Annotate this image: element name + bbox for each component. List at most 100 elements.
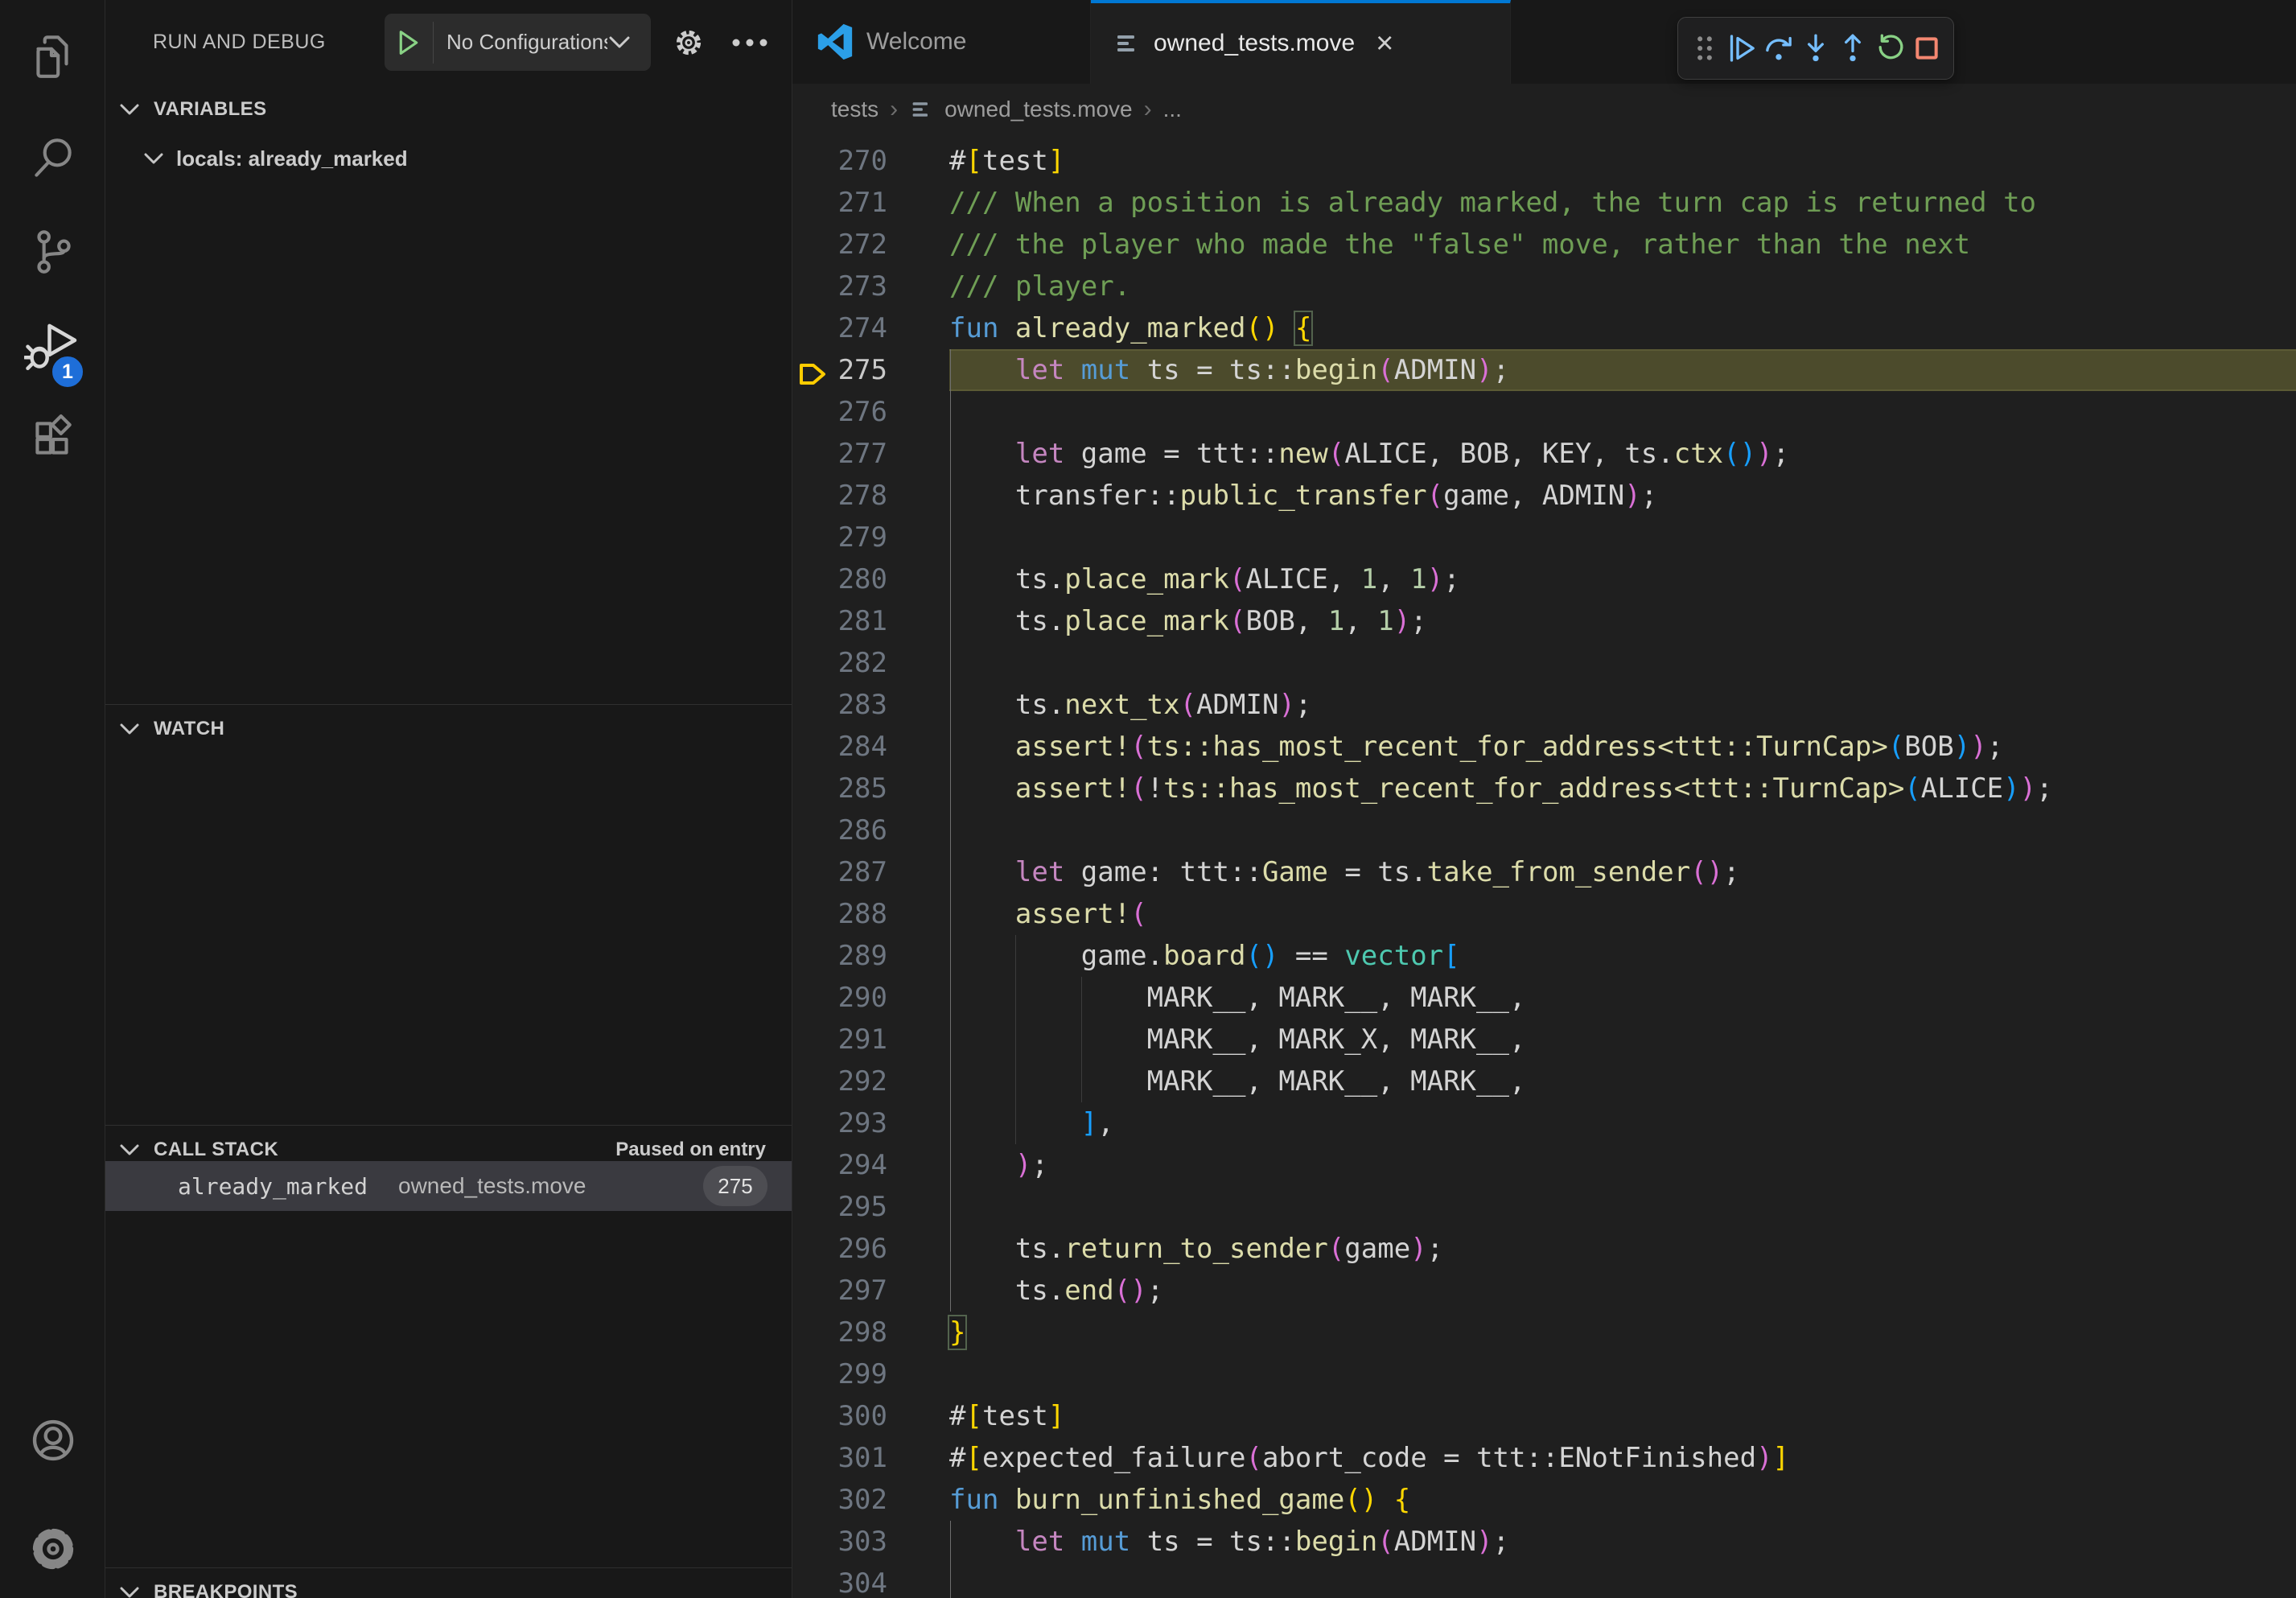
line-number[interactable]: 285 <box>792 768 897 809</box>
stop-button[interactable] <box>1908 24 1945 72</box>
continue-button[interactable] <box>1723 24 1760 72</box>
code-line-275[interactable]: 275 let mut ts = ts::begin(ADMIN); <box>792 349 2296 391</box>
line-number[interactable]: 297 <box>792 1270 897 1312</box>
line-number[interactable]: 283 <box>792 684 897 726</box>
code-line-content[interactable]: let game: ttt::Game = ts.take_from_sende… <box>949 851 2296 893</box>
code-line-content[interactable]: let game = ttt::new(ALICE, BOB, KEY, ts.… <box>949 433 2296 475</box>
code-line-content[interactable]: MARK__, MARK__, MARK__, <box>949 977 2296 1019</box>
code-line-content[interactable]: #[test] <box>949 140 2296 182</box>
code-line-274[interactable]: 274 fun already_marked() { <box>792 307 2296 349</box>
code-line-301[interactable]: 301 #[expected_failure(abort_code = ttt::… <box>792 1437 2296 1479</box>
line-number[interactable]: 277 <box>792 433 897 475</box>
call-stack-frame-row[interactable]: already_marked owned_tests.move 275 <box>105 1161 792 1211</box>
line-number[interactable]: 281 <box>792 600 897 642</box>
line-number[interactable]: 287 <box>792 851 897 893</box>
code-line-302[interactable]: 302 fun burn_unfinished_game() { <box>792 1479 2296 1521</box>
code-line-304[interactable]: 304 <box>792 1563 2296 1598</box>
restart-button[interactable] <box>1871 24 1908 72</box>
code-line-content[interactable]: assert!(ts::has_most_recent_for_address<… <box>949 726 2296 768</box>
search-icon[interactable] <box>0 114 105 203</box>
step-out-button[interactable] <box>1834 24 1871 72</box>
settings-gear-icon[interactable] <box>0 1505 105 1593</box>
line-number[interactable]: 300 <box>792 1395 897 1437</box>
extensions-icon[interactable] <box>0 394 105 483</box>
code-line-298[interactable]: 298} <box>792 1312 2296 1353</box>
code-line-296[interactable]: 296 ts.return_to_sender(game); <box>792 1228 2296 1270</box>
code-line-285[interactable]: 285 assert!(!ts::has_most_recent_for_add… <box>792 768 2296 809</box>
breadcrumb-item-tests[interactable]: tests <box>831 97 878 122</box>
code-line-284[interactable]: 284 assert!(ts::has_most_recent_for_addr… <box>792 726 2296 768</box>
code-line-content[interactable] <box>949 517 2296 558</box>
code-line-content[interactable] <box>949 391 2296 433</box>
line-number[interactable]: 284 <box>792 726 897 768</box>
line-number[interactable]: 291 <box>792 1019 897 1061</box>
code-line-288[interactable]: 288 assert!( <box>792 893 2296 935</box>
breadcrumb-item-file[interactable]: owned_tests.move <box>944 97 1132 122</box>
code-line-content[interactable]: transfer::public_transfer(game, ADMIN); <box>949 475 2296 517</box>
code-line-content[interactable]: ts.end(); <box>949 1270 2296 1312</box>
code-line-303[interactable]: 303 let mut ts = ts::begin(ADMIN); <box>792 1521 2296 1563</box>
line-number[interactable]: 276 <box>792 391 897 433</box>
code-line-271[interactable]: 271 /// When a position is already marked… <box>792 182 2296 224</box>
code-line-289[interactable]: 289 game.board() == vector[ <box>792 935 2296 977</box>
line-number[interactable]: 274 <box>792 307 897 349</box>
code-line-279[interactable]: 279 <box>792 517 2296 558</box>
code-line-273[interactable]: 273 /// player. <box>792 266 2296 307</box>
line-number[interactable]: 301 <box>792 1437 897 1479</box>
code-line-content[interactable]: ts.return_to_sender(game); <box>949 1228 2296 1270</box>
code-line-content[interactable]: ts.place_mark(BOB, 1, 1); <box>949 600 2296 642</box>
line-number[interactable]: 292 <box>792 1061 897 1102</box>
code-line-content[interactable] <box>949 809 2296 851</box>
code-line-297[interactable]: 297 ts.end(); <box>792 1270 2296 1312</box>
code-line-content[interactable]: /// player. <box>949 266 2296 307</box>
code-line-277[interactable]: 277 let game = ttt::new(ALICE, BOB, KEY,… <box>792 433 2296 475</box>
code-line-282[interactable]: 282 <box>792 642 2296 684</box>
code-line-content[interactable] <box>949 1353 2296 1395</box>
code-line-content[interactable]: /// When a position is already marked, t… <box>949 182 2296 224</box>
code-line-content[interactable]: let mut ts = ts::begin(ADMIN); <box>949 349 2296 391</box>
line-number[interactable]: 299 <box>792 1353 897 1395</box>
code-line-272[interactable]: 272/// the player who made the "false" m… <box>792 224 2296 266</box>
code-line-content[interactable] <box>949 1186 2296 1228</box>
tab-welcome[interactable]: Welcome <box>792 0 1091 84</box>
code-line-content[interactable] <box>949 1563 2296 1598</box>
code-line-content[interactable] <box>949 642 2296 684</box>
line-number[interactable]: 294 <box>792 1144 897 1186</box>
step-over-button[interactable] <box>1760 24 1797 72</box>
explorer-icon[interactable] <box>0 11 105 100</box>
code-line-294[interactable]: 294 ); <box>792 1144 2296 1186</box>
code-line-content[interactable]: fun already_marked() { <box>949 307 2296 349</box>
code-line-content[interactable]: assert!(!ts::has_most_recent_for_address… <box>949 768 2296 809</box>
step-into-button[interactable] <box>1797 24 1834 72</box>
code-line-content[interactable]: #[test] <box>949 1395 2296 1437</box>
code-line-content[interactable]: MARK__, MARK_X, MARK__, <box>949 1019 2296 1061</box>
tab-owned-tests-move[interactable]: owned_tests.move × <box>1091 0 1511 84</box>
line-number[interactable]: 302 <box>792 1479 897 1521</box>
line-number[interactable]: 293 <box>792 1102 897 1144</box>
launch-configuration-dropdown[interactable]: No Configurations <box>385 14 651 71</box>
line-number[interactable]: 296 <box>792 1228 897 1270</box>
line-number[interactable]: 304 <box>792 1563 897 1598</box>
code-line-content[interactable]: fun burn_unfinished_game() { <box>949 1479 2296 1521</box>
code-line-276[interactable]: 276 <box>792 391 2296 433</box>
code-line-286[interactable]: 286 <box>792 809 2296 851</box>
run-and-debug-icon[interactable]: 1 <box>0 304 105 393</box>
line-number[interactable]: 271 <box>792 182 897 224</box>
code-line-283[interactable]: 283 ts.next_tx(ADMIN); <box>792 684 2296 726</box>
line-number[interactable]: 295 <box>792 1186 897 1228</box>
code-line-content[interactable]: game.board() == vector[ <box>949 935 2296 977</box>
code-line-content[interactable]: #[expected_failure(abort_code = ttt::ENo… <box>949 1437 2296 1479</box>
debug-settings-gear-icon[interactable] <box>672 26 706 64</box>
line-number[interactable]: 280 <box>792 558 897 600</box>
breadcrumb-item-symbol[interactable]: ... <box>1163 97 1182 122</box>
line-number[interactable]: 273 <box>792 266 897 307</box>
watch-section-header[interactable]: WATCH <box>105 705 792 753</box>
code-line-287[interactable]: 287 let game: ttt::Game = ts.take_from_s… <box>792 851 2296 893</box>
variables-section-header[interactable]: VARIABLES <box>105 85 792 134</box>
start-debug-button[interactable] <box>385 29 433 56</box>
line-number[interactable]: 286 <box>792 809 897 851</box>
code-line-content[interactable]: ], <box>949 1102 2296 1144</box>
code-line-291[interactable]: 291 MARK__, MARK_X, MARK__, <box>792 1019 2296 1061</box>
variables-scope-row[interactable]: locals: already_marked <box>105 135 792 182</box>
code-line-content[interactable]: /// the player who made the "false" move… <box>949 224 2296 266</box>
